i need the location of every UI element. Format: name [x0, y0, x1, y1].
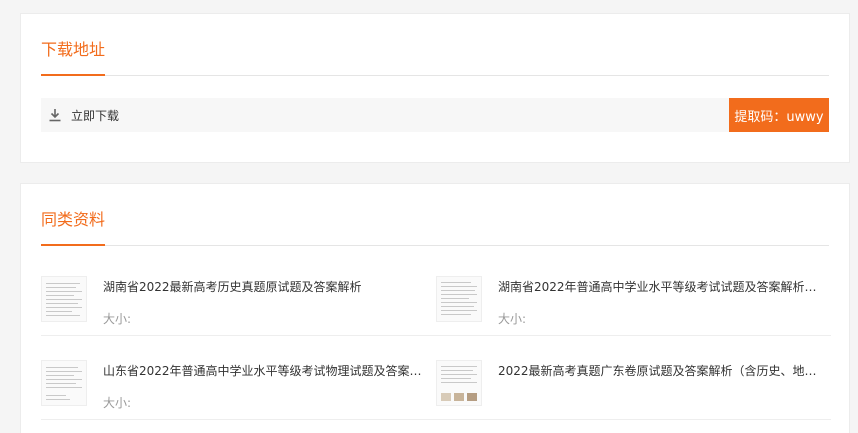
- extraction-code-text: 提取码：uwwy: [734, 109, 824, 125]
- related-section-header: 同类资料: [41, 196, 829, 246]
- item-title[interactable]: 2022最新高考真题广东卷原试题及答案解析（含历史、地理、物理、化学、生物、政治…: [498, 362, 818, 379]
- download-section-header: 下载地址: [41, 26, 829, 76]
- download-now-label: 立即下载: [71, 108, 120, 123]
- document-thumbnail: [41, 276, 87, 322]
- related-panel: 同类资料 湖南省2022最新高考历史真题原试题及答案解析 大小: 湖南省2022…: [20, 183, 850, 433]
- download-panel: 下载地址 立即下载 提取码：uwwy: [20, 13, 850, 163]
- list-item[interactable]: 山东省2022年普通高中学业水平等级考试物理试题及答案解析 大小:: [41, 346, 436, 420]
- item-size: 大小:: [103, 312, 132, 326]
- document-thumbnail: [436, 360, 482, 406]
- item-title[interactable]: 山东省2022年普通高中学业水平等级考试物理试题及答案解析: [103, 362, 423, 379]
- item-size: 大小:: [103, 396, 132, 410]
- document-thumbnail: [41, 360, 87, 406]
- list-item[interactable]: 2022最新高考真题广东卷原试题及答案解析（含历史、地理、物理、化学、生物、政治…: [436, 346, 831, 420]
- download-icon: [45, 105, 65, 125]
- item-title[interactable]: 湖南省2022年普通高中学业水平等级考试试题及答案解析（含历史、地理、物理、化学…: [498, 278, 818, 295]
- item-title[interactable]: 湖南省2022最新高考历史真题原试题及答案解析: [103, 278, 423, 295]
- list-item[interactable]: 湖南省2022年普通高中学业水平等级考试试题及答案解析（含历史、地理、物理、化学…: [436, 262, 831, 336]
- document-thumbnail: [436, 276, 482, 322]
- related-section-title: 同类资料: [41, 196, 105, 246]
- item-size: 大小:: [498, 312, 527, 326]
- download-section-title: 下载地址: [41, 26, 105, 76]
- extraction-code-badge: 提取码：uwwy: [729, 98, 829, 132]
- download-now-link[interactable]: 立即下载: [45, 98, 119, 132]
- download-row: 立即下载 提取码：uwwy: [41, 98, 829, 132]
- list-item[interactable]: 湖南省2022最新高考历史真题原试题及答案解析 大小:: [41, 262, 436, 336]
